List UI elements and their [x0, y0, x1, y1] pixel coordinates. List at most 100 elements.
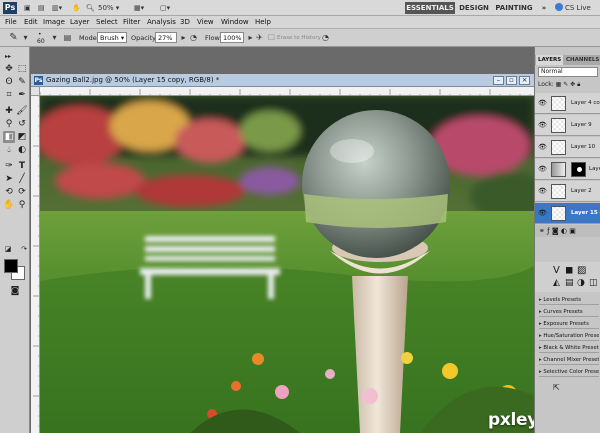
pen-tool-icon[interactable]: ✑: [3, 160, 15, 172]
cs-live-button[interactable]: CS Live: [555, 2, 599, 14]
lock-position-icon[interactable]: ✥: [570, 81, 575, 88]
layer-row-selected[interactable]: 👁︎ Layer 15 copy: [535, 203, 600, 224]
eye-icon[interactable]: 👁︎: [538, 209, 547, 217]
lock-all-icon[interactable]: 🔒︎: [577, 81, 580, 88]
preset-item[interactable]: Exposure Presets: [539, 319, 599, 329]
blur-tool-icon[interactable]: 💧︎: [3, 144, 15, 156]
zoom-tool-icon[interactable]: ⚲: [16, 199, 28, 211]
default-colors-icon[interactable]: ◪: [2, 243, 14, 255]
add-mask-icon[interactable]: ◙: [552, 227, 559, 235]
path-selection-tool-icon[interactable]: ➤: [3, 173, 15, 185]
levels-icon[interactable]: V: [553, 265, 560, 276]
gradient-map-icon[interactable]: ▨: [577, 265, 586, 276]
preset-item[interactable]: Selective Color Presets: [539, 367, 599, 377]
new-adjustment-icon[interactable]: ◐: [561, 227, 567, 235]
tablet-pressure-opacity-icon[interactable]: ◔: [188, 32, 199, 43]
zoom-level[interactable]: 50% ▾: [98, 2, 130, 14]
brush-preset-icon[interactable]: ✎: [8, 32, 19, 43]
eyedropper-tool-icon[interactable]: ✒: [16, 89, 28, 101]
threshold-icon[interactable]: ◫: [589, 278, 598, 288]
minimize-icon[interactable]: –: [493, 76, 504, 85]
marquee-tool-icon[interactable]: ⬚: [16, 63, 28, 75]
close-icon[interactable]: ×: [519, 76, 530, 85]
zoom-tool-icon[interactable]: 🔍︎: [84, 2, 97, 14]
menu-edit[interactable]: Edit: [24, 17, 38, 28]
layer-row[interactable]: 👁︎ Layer 6 copy: [535, 159, 600, 180]
link-layers-icon[interactable]: ⚭: [539, 227, 545, 235]
workspace-painting-button[interactable]: PAINTING: [494, 2, 534, 14]
dodge-tool-icon[interactable]: ◐: [16, 144, 28, 156]
brush-tool-icon[interactable]: 🖌︎: [16, 105, 28, 117]
3d-camera-tool-icon[interactable]: ⟳: [16, 186, 28, 198]
eye-icon[interactable]: 👁︎: [538, 121, 547, 129]
ruler-origin[interactable]: [31, 87, 40, 96]
layer-row[interactable]: 👁︎ Layer 9: [535, 115, 600, 136]
tab-channels[interactable]: CHANNELS: [564, 55, 600, 65]
menu-analysis[interactable]: Analysis: [147, 17, 176, 28]
new-layer-icon[interactable]: ▣: [569, 227, 576, 235]
view-extras-icon[interactable]: ▥▾: [50, 2, 64, 14]
document-tab[interactable]: Ps Gazing Ball2.jpg @ 50% (Layer 15 copy…: [31, 74, 534, 87]
flow-input[interactable]: 100%: [220, 32, 244, 43]
menu-view[interactable]: View: [197, 17, 214, 28]
selective-color-icon[interactable]: ▤: [565, 278, 574, 288]
workspace-design-button[interactable]: DESIGN: [458, 2, 490, 14]
return-to-adjustments-icon[interactable]: ⇱: [553, 383, 560, 392]
workspace-essentials-button[interactable]: ESSENTIALS: [405, 2, 455, 14]
crop-tool-icon[interactable]: ⌗: [3, 89, 15, 101]
quick-selection-tool-icon[interactable]: ✎: [16, 76, 28, 88]
hand-tool-icon[interactable]: ✋: [70, 2, 83, 14]
type-tool-icon[interactable]: T: [16, 160, 28, 172]
eye-icon[interactable]: 👁︎: [538, 143, 547, 151]
black-white-icon[interactable]: ◼: [565, 265, 573, 276]
layer-row[interactable]: 👁︎ Layer 4 copy: [535, 93, 600, 114]
arrange-documents-icon[interactable]: ▦▾: [132, 2, 146, 14]
lasso-tool-icon[interactable]: ʘ: [3, 76, 15, 88]
more-workspaces-button[interactable]: »: [537, 2, 551, 14]
eye-icon[interactable]: 👁︎: [538, 187, 547, 195]
clone-stamp-tool-icon[interactable]: ⚲: [3, 118, 15, 130]
menu-file[interactable]: File: [5, 17, 17, 28]
layer-mask-thumbnail[interactable]: [571, 162, 586, 177]
gradient-tool-icon[interactable]: ◩: [16, 131, 28, 143]
preset-item[interactable]: Hue/Saturation Presets: [539, 331, 599, 341]
invert-icon[interactable]: ◑: [577, 278, 585, 288]
layer-row[interactable]: 👁︎ Layer 2: [535, 181, 600, 202]
lock-transparency-icon[interactable]: ▦: [556, 81, 562, 88]
menu-window[interactable]: Window: [221, 17, 249, 28]
horizontal-ruler[interactable]: [40, 87, 534, 96]
preset-item[interactable]: Levels Presets: [539, 295, 599, 305]
menu-select[interactable]: Select: [96, 17, 118, 28]
tablet-pressure-size-icon[interactable]: ◔: [320, 32, 331, 43]
mini-bridge-icon[interactable]: ▤: [36, 2, 47, 14]
move-tool-icon[interactable]: ✥: [3, 63, 15, 75]
document-canvas[interactable]: pxleyes.com: [40, 96, 534, 433]
tab-layers[interactable]: LAYERS: [536, 55, 564, 65]
screen-mode-icon[interactable]: ▢▾: [158, 2, 172, 14]
dropdown-arrow-icon[interactable]: ▾: [20, 32, 31, 43]
layer-row[interactable]: 👁︎ Layer 10: [535, 137, 600, 158]
dropdown-arrow-icon[interactable]: ▾: [49, 32, 60, 43]
brush-panel-toggle-icon[interactable]: ▤: [62, 32, 73, 43]
history-brush-tool-icon[interactable]: ↺: [16, 118, 28, 130]
airbrush-icon[interactable]: ✈: [254, 32, 265, 43]
menu-help[interactable]: Help: [255, 17, 271, 28]
hand-tool-icon[interactable]: ✋: [3, 199, 15, 211]
foreground-color-swatch[interactable]: [4, 259, 18, 273]
menu-filter[interactable]: Filter: [123, 17, 140, 28]
bridge-icon[interactable]: ▣: [22, 2, 33, 14]
spot-healing-tool-icon[interactable]: ✚: [3, 105, 15, 117]
eye-icon[interactable]: 👁︎: [538, 99, 547, 107]
preset-item[interactable]: Channel Mixer Presets: [539, 355, 599, 365]
eye-icon[interactable]: 👁︎: [538, 165, 547, 173]
shape-tool-icon[interactable]: ╱: [16, 173, 28, 185]
menu-layer[interactable]: Layer: [70, 17, 90, 28]
blend-mode-select[interactable]: Normal: [538, 67, 598, 77]
vertical-ruler[interactable]: [31, 96, 40, 433]
quick-mask-icon[interactable]: ◙: [9, 285, 21, 297]
lock-image-icon[interactable]: ✎: [563, 81, 568, 88]
menu-image[interactable]: Image: [43, 17, 65, 28]
swap-colors-icon[interactable]: ↷: [18, 243, 30, 255]
preset-item[interactable]: Curves Presets: [539, 307, 599, 317]
3d-rotate-tool-icon[interactable]: ⟲: [3, 186, 15, 198]
